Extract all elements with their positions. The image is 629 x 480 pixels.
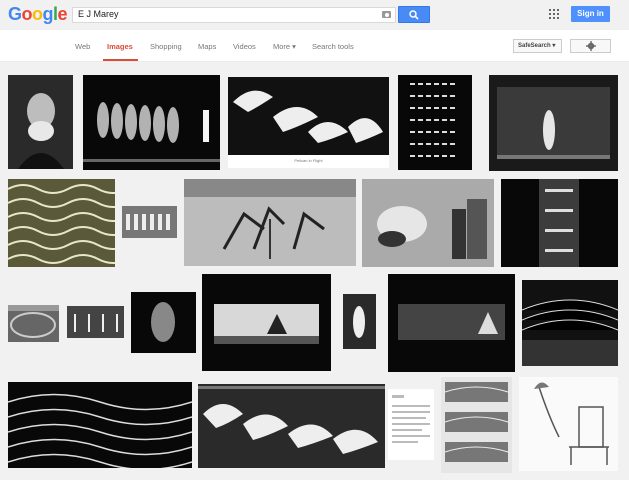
image-result[interactable] — [83, 75, 220, 170]
image-result[interactable] — [441, 377, 512, 473]
search-nav-bar: Web Images Shopping Maps Videos More ▾ S… — [0, 30, 629, 62]
image-result[interactable] — [388, 389, 434, 460]
image-result[interactable] — [8, 382, 192, 468]
logo-letter: e — [57, 4, 68, 24]
tab-maps[interactable]: Maps — [198, 42, 216, 51]
sign-in-button[interactable]: Sign in — [571, 6, 610, 22]
search-input[interactable] — [78, 9, 378, 19]
logo-letter: o — [21, 4, 33, 24]
camera-icon[interactable] — [382, 11, 391, 18]
image-result[interactable] — [522, 280, 618, 366]
image-result[interactable] — [131, 292, 196, 353]
settings-button[interactable] — [570, 39, 611, 53]
search-tools-button[interactable]: Search tools — [312, 42, 354, 51]
image-results-grid: Pelican in Flight — [0, 62, 629, 480]
tab-videos[interactable]: Videos — [233, 42, 256, 51]
safesearch-dropdown[interactable]: SafeSearch ▾ — [513, 39, 562, 53]
image-result[interactable] — [184, 179, 356, 266]
logo-letter: G — [8, 4, 22, 24]
image-result[interactable] — [8, 305, 59, 342]
search-button[interactable] — [398, 6, 430, 23]
search-icon — [409, 10, 419, 20]
logo-letter: o — [32, 4, 43, 24]
image-result[interactable] — [67, 306, 124, 338]
image-result[interactable] — [501, 179, 618, 267]
logo-letter: g — [42, 4, 54, 24]
google-logo[interactable]: Google — [8, 4, 68, 25]
gear-icon — [586, 41, 596, 51]
image-result[interactable] — [198, 384, 385, 468]
tab-images[interactable]: Images — [107, 42, 133, 51]
image-result[interactable] — [122, 206, 177, 238]
image-result[interactable]: Pelican in Flight — [228, 77, 389, 168]
image-result[interactable] — [489, 75, 618, 171]
image-result[interactable] — [388, 274, 515, 372]
image-result[interactable] — [398, 75, 472, 170]
image-caption: Pelican in Flight — [294, 158, 323, 163]
image-result[interactable] — [343, 294, 376, 349]
tab-shopping[interactable]: Shopping — [150, 42, 182, 51]
search-box — [72, 7, 396, 23]
image-result[interactable] — [362, 179, 494, 267]
active-tab-indicator — [103, 59, 138, 61]
apps-grid-icon[interactable] — [549, 9, 559, 19]
tab-more[interactable]: More ▾ — [273, 42, 296, 51]
image-result[interactable] — [8, 75, 73, 169]
image-result[interactable] — [519, 377, 618, 471]
top-bar: Google Sign in — [0, 0, 629, 30]
image-result[interactable] — [202, 274, 331, 371]
image-result[interactable] — [8, 179, 115, 267]
tab-web[interactable]: Web — [75, 42, 90, 51]
